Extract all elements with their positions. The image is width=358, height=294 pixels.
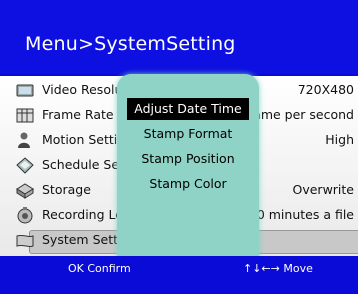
menu-item-value: rame per second [248, 107, 354, 122]
submenu-item-stamp-format[interactable]: Stamp Format [127, 123, 249, 145]
menu-item-label: Motion Setti [42, 132, 118, 147]
storage-icon [16, 183, 34, 199]
submenu-item-adjust-date-time[interactable]: Adjust Date Time [127, 98, 249, 120]
menu-item-value: 720X480 [297, 82, 354, 97]
confirm-hint: OK Confirm [68, 262, 131, 275]
camera-osd-screen: Menu>SystemSetting Video Resolu 720X480 … [0, 0, 358, 294]
menu-item-label: Schedule Se [42, 157, 120, 172]
video-resolution-icon [16, 84, 34, 97]
menu-item-label: Storage [42, 182, 91, 197]
submenu-item-stamp-color[interactable]: Stamp Color [127, 173, 249, 195]
system-setting-submenu: Adjust Date Time Stamp Format Stamp Posi… [117, 74, 259, 270]
menu-item-label: System Sett [42, 232, 119, 247]
menu-item-value: High [325, 132, 354, 147]
move-hint: ↑↓←→ Move [243, 262, 313, 275]
submenu-item-stamp-position[interactable]: Stamp Position [127, 148, 249, 170]
footer-hints: OK Confirm ↑↓←→ Move [0, 256, 358, 294]
menu-item-label: Frame Rate [42, 107, 114, 122]
menu-item-value: Overwrite [292, 182, 355, 197]
system-setting-icon [16, 234, 34, 248]
recording-length-icon [17, 207, 33, 224]
menu-item-value: 30 minutes a file [248, 207, 354, 222]
header-bar: Menu>SystemSetting [0, 0, 358, 74]
page-title: Menu>SystemSetting [25, 33, 236, 55]
menu-item-label: Recording Le [42, 207, 123, 222]
schedule-setting-icon [16, 157, 34, 174]
frame-rate-icon [16, 108, 34, 123]
motion-setting-icon [18, 132, 30, 148]
menu-item-label: Video Resolu [42, 82, 123, 97]
